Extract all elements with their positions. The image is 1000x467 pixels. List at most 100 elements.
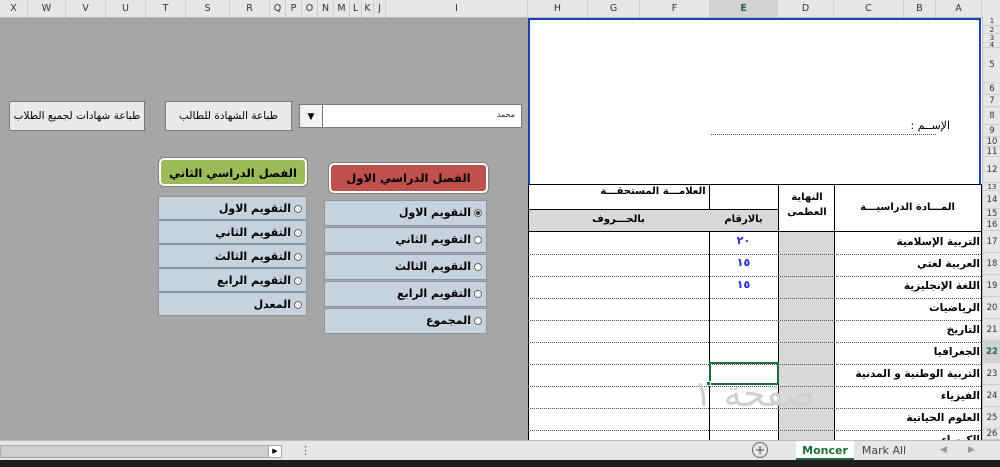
row-header-24[interactable]: 24: [983, 385, 1000, 407]
second-semester-header: الفصل الدراسي الثاني: [159, 158, 307, 186]
nav-next-icon[interactable]: ▶: [968, 445, 975, 455]
row-header-12[interactable]: 12: [983, 157, 1000, 183]
column-header-x[interactable]: X: [0, 0, 28, 17]
column-header-bar: XWVUTSRQPONMLKJIHGFEDCBA: [0, 0, 1000, 18]
column-header-g[interactable]: G: [588, 0, 640, 17]
first_semester-option[interactable]: المجموع: [324, 308, 487, 334]
row-header-26[interactable]: 26: [983, 429, 1000, 440]
column-header-o[interactable]: O: [302, 0, 318, 17]
column-header-k[interactable]: K: [362, 0, 374, 17]
row-header-7[interactable]: 7: [983, 95, 1000, 107]
column-header-a[interactable]: A: [936, 0, 982, 17]
radio-icon[interactable]: [474, 209, 482, 217]
row-header-15[interactable]: 15: [983, 209, 1000, 219]
second_semester-option[interactable]: التقويم الثاني: [158, 220, 307, 244]
column-header-p[interactable]: P: [286, 0, 302, 17]
scroll-right-button[interactable]: ▶: [268, 446, 281, 457]
first_semester-option[interactable]: التقويم الاول: [324, 200, 487, 226]
column-header-b[interactable]: B: [904, 0, 936, 17]
header-mid-line: [528, 209, 778, 210]
row-header-5[interactable]: 5: [983, 48, 1000, 83]
column-header-l[interactable]: L: [350, 0, 362, 17]
second_semester-option[interactable]: التقويم الاول: [158, 196, 307, 220]
row-header-19[interactable]: 19: [983, 275, 1000, 297]
row-header-14[interactable]: 14: [983, 191, 1000, 209]
nav-prev-icon[interactable]: ◀: [940, 445, 947, 455]
row-header-23[interactable]: 23: [983, 363, 1000, 385]
row-header-16[interactable]: 16: [983, 219, 1000, 231]
column-header-t[interactable]: T: [146, 0, 186, 17]
second_semester-option-label: التقويم الرابع: [217, 274, 291, 287]
table-column-line: [834, 184, 835, 440]
column-header-n[interactable]: N: [318, 0, 334, 17]
column-header-f[interactable]: F: [640, 0, 710, 17]
row-header-1[interactable]: 1: [983, 17, 1000, 26]
column-header-v[interactable]: V: [66, 0, 106, 17]
print-student-certificate-button[interactable]: طباعة الشهادة للطالب: [165, 101, 292, 131]
second_semester-option[interactable]: المعدل: [158, 292, 307, 316]
column-header-u[interactable]: U: [106, 0, 146, 17]
first_semester-option[interactable]: التقويم الرابع: [324, 281, 487, 307]
row-header-2[interactable]: 2: [983, 26, 1000, 34]
row-header-13[interactable]: 13: [983, 183, 1000, 191]
words-header: بالحـــروف: [592, 214, 645, 225]
subject-name: العلوم الحياتية: [906, 412, 980, 424]
row-header-17[interactable]: 17: [983, 231, 1000, 253]
row-header-9[interactable]: 9: [983, 125, 1000, 137]
student-select[interactable]: ▼ محمد: [299, 104, 522, 128]
row-header-11[interactable]: 11: [983, 147, 1000, 157]
first_semester-option-label: المجموع: [426, 314, 471, 327]
certificate-sheet[interactable]: الإســم : العلامـــة المستحقـــة بالارقام…: [528, 18, 982, 440]
row-header-22[interactable]: 22: [983, 341, 1000, 363]
column-header-d[interactable]: D: [778, 0, 834, 17]
radio-icon[interactable]: [474, 263, 482, 271]
column-header-c[interactable]: C: [834, 0, 904, 17]
column-header-h[interactable]: H: [528, 0, 588, 17]
row-header-8[interactable]: 8: [983, 107, 1000, 125]
column-header-w[interactable]: W: [28, 0, 66, 17]
print-all-certificates-button[interactable]: طباعة شهادات لجميع الطلاب: [9, 101, 145, 131]
column-header-e[interactable]: E: [710, 0, 778, 17]
radio-icon[interactable]: [474, 317, 482, 325]
column-header-q[interactable]: Q: [270, 0, 286, 17]
radio-icon[interactable]: [474, 236, 482, 244]
row-dotted-line: [528, 430, 981, 431]
horizontal-scrollbar[interactable]: ▶: [0, 445, 282, 458]
column-header-i[interactable]: I: [386, 0, 528, 17]
row-dotted-line: [528, 320, 981, 321]
column-header-r[interactable]: R: [230, 0, 270, 17]
name-line: [711, 134, 936, 135]
row-header-20[interactable]: 20: [983, 297, 1000, 319]
column-header-j[interactable]: J: [374, 0, 386, 17]
row-header-25[interactable]: 25: [983, 407, 1000, 429]
radio-icon[interactable]: [294, 277, 302, 285]
radio-icon[interactable]: [294, 229, 302, 237]
radio-icon[interactable]: [474, 290, 482, 298]
student-select-value: محمد: [496, 110, 515, 119]
name-label: الإســم :: [910, 119, 950, 132]
radio-icon[interactable]: [294, 301, 302, 309]
sheet-tab-1[interactable]: Moncer: [796, 441, 854, 460]
row-header-10[interactable]: 10: [983, 137, 1000, 147]
sheet-tab-2[interactable]: Mark All: [856, 441, 912, 460]
row-header-6[interactable]: 6: [983, 83, 1000, 95]
add-sheet-icon[interactable]: +: [752, 442, 768, 458]
first_semester-option[interactable]: التقويم الثاني: [324, 227, 487, 253]
more-options-icon[interactable]: ⋮: [300, 444, 311, 457]
chevron-right-icon: ▶: [272, 447, 278, 455]
digits-header: بالارقام: [724, 214, 763, 225]
dropdown-button[interactable]: ▼: [300, 105, 323, 127]
row-header-21[interactable]: 21: [983, 319, 1000, 341]
certificate-top-area: [528, 18, 981, 184]
radio-icon[interactable]: [294, 253, 302, 261]
second_semester-option[interactable]: التقويم الثالث: [158, 244, 307, 268]
row-dotted-line: [528, 298, 981, 299]
radio-icon[interactable]: [294, 205, 302, 213]
column-header-s[interactable]: S: [186, 0, 230, 17]
row-header-18[interactable]: 18: [983, 253, 1000, 275]
first_semester-option[interactable]: التقويم الثالث: [324, 254, 487, 280]
column-header-m[interactable]: M: [334, 0, 350, 17]
second_semester-option[interactable]: التقويم الرابع: [158, 268, 307, 292]
selected-cell[interactable]: [709, 362, 779, 385]
fill-handle[interactable]: [706, 381, 711, 386]
